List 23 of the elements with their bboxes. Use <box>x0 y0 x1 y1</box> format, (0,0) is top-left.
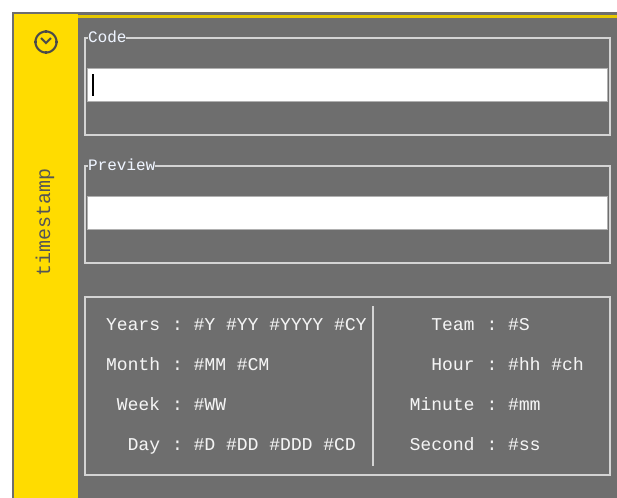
text-cursor <box>92 74 94 96</box>
format-codes: : #MM #CM <box>172 354 270 378</box>
format-codes: : #hh #ch <box>486 354 584 378</box>
format-label: Years <box>104 314 160 338</box>
format-label: Week <box>116 394 160 418</box>
format-label: Hour <box>430 354 474 378</box>
clock-icon <box>32 28 60 56</box>
format-codes: : #S <box>486 314 530 338</box>
group-label: Code <box>88 30 126 46</box>
group-label: Preview <box>88 158 156 174</box>
format-codes: : #ss <box>486 434 540 458</box>
format-label: Second <box>408 434 474 458</box>
format-label: Month <box>104 354 160 378</box>
format-codes: : #D #DD #DDD #CD <box>172 434 356 458</box>
format-codes: : #mm <box>486 394 540 418</box>
format-codes: : #Y #YY #YYYY #CY <box>172 314 366 338</box>
format-codes: : #WW <box>172 394 226 418</box>
format-label: Team <box>430 314 474 338</box>
sidebar-title: timestamp <box>33 168 58 276</box>
preview-field[interactable] <box>87 196 608 230</box>
format-label: Minute <box>408 394 474 418</box>
format-label: Day <box>126 434 160 458</box>
code-field[interactable] <box>87 68 608 102</box>
